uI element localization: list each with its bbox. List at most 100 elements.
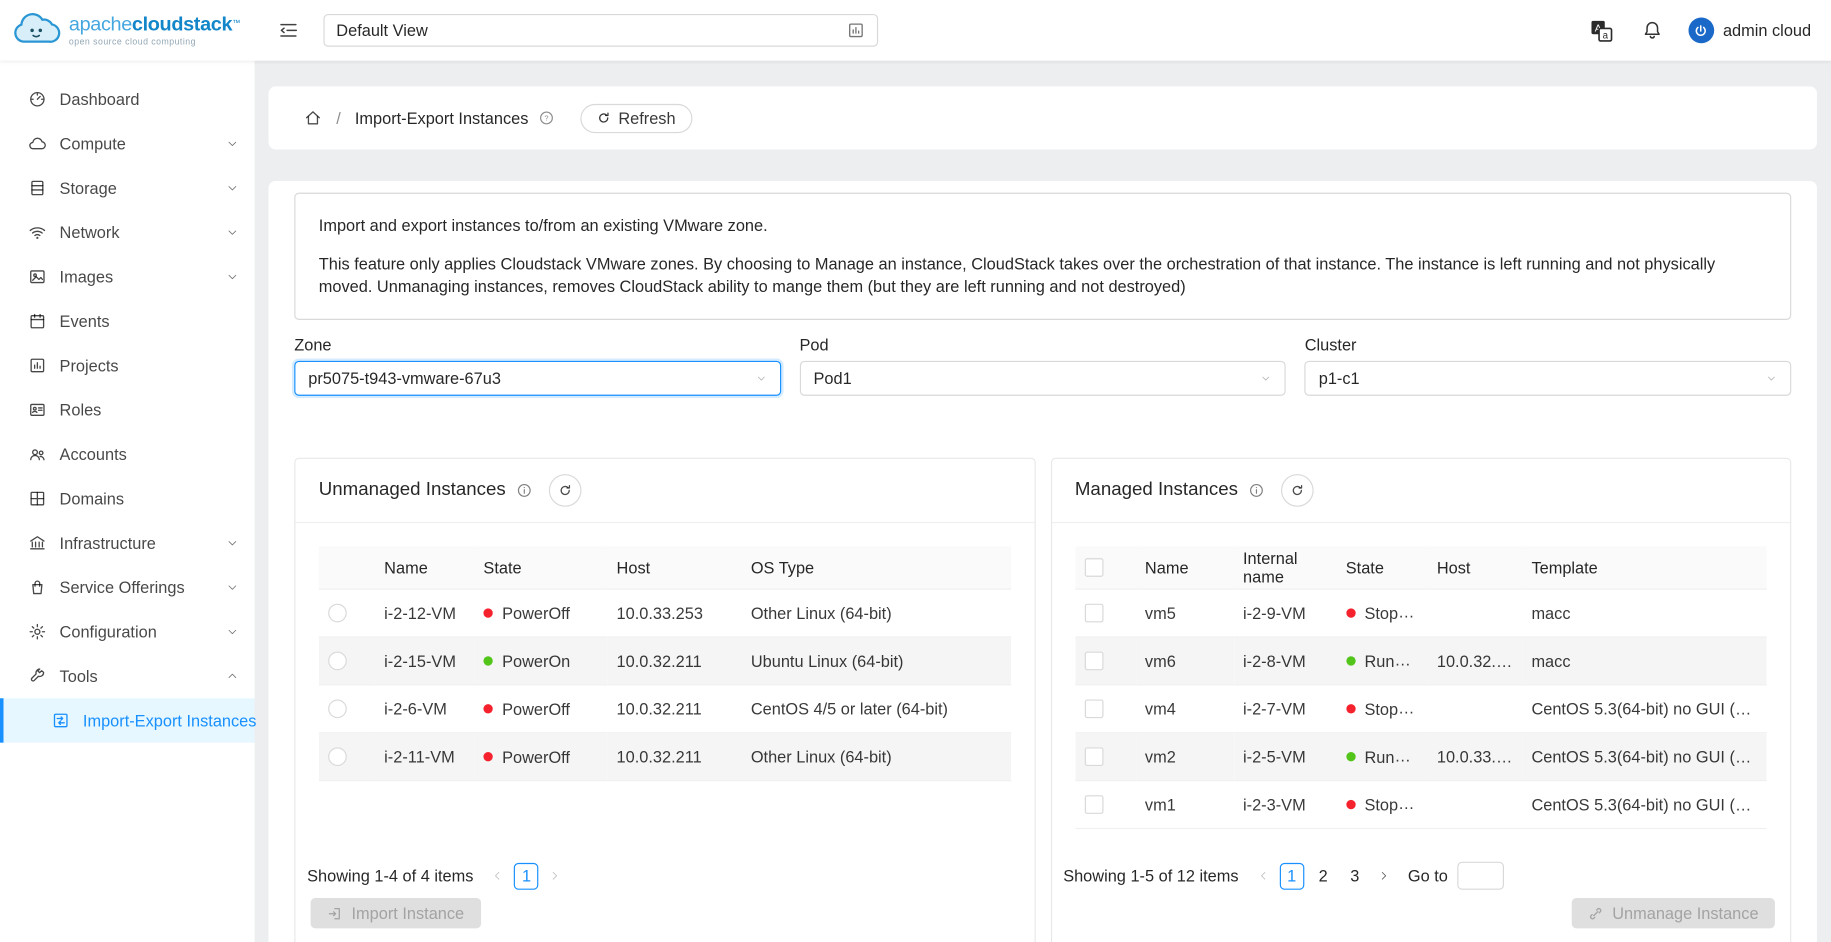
prev-page-button[interactable] [485, 862, 511, 890]
notifications-bell-icon[interactable] [1641, 20, 1662, 41]
sidebar-item-service-offerings[interactable]: Service Offerings [0, 565, 255, 609]
translation-icon[interactable]: A a [1589, 18, 1614, 43]
sidebar-item-configuration[interactable]: Configuration [0, 610, 255, 654]
sidebar-item-domains[interactable]: Domains [0, 476, 255, 520]
refresh-button-label: Refresh [618, 109, 675, 128]
unmanaged-panel-header: Unmanaged Instances [295, 459, 1034, 523]
column-header-host: Host [607, 546, 741, 588]
prev-page-button[interactable] [1250, 862, 1276, 890]
info-icon[interactable] [1248, 482, 1264, 498]
state-text: PowerOn [502, 652, 570, 671]
name-cell: i-2-11-VM [375, 732, 474, 780]
home-icon[interactable] [304, 109, 323, 128]
internal-name-cell: i-2-3-VM [1234, 780, 1337, 828]
os-type-cell: CentOS 4/5 or later (64-bit) [741, 684, 1010, 732]
bank-icon [28, 534, 47, 553]
table-row[interactable]: i-2-12-VM PowerOff 10.0.33.253 Other Lin… [319, 589, 1011, 637]
template-cell: CentOS 5.3(64-bit) no GUI (vSphere) [1522, 780, 1767, 828]
disconnect-icon [1588, 906, 1603, 921]
import-instance-button[interactable]: Import Instance [311, 898, 481, 928]
status-dot [1346, 704, 1355, 713]
column-header-internal-name: Internal name [1234, 546, 1337, 588]
refresh-button[interactable]: Refresh [580, 103, 692, 132]
table-row[interactable]: vm1 i-2-3-VM Stopped CentOS 5.3(64-bit) … [1075, 780, 1767, 828]
unmanaged-table-wrap: Name State Host OS Type i-2-12-VM [319, 546, 1011, 780]
row-radio[interactable] [328, 747, 347, 766]
sidebar-item-import-export-instances[interactable]: Import-Export Instances [0, 698, 255, 742]
row-checkbox[interactable] [1084, 795, 1103, 814]
row-radio[interactable] [328, 700, 347, 719]
row-checkbox[interactable] [1084, 747, 1103, 766]
name-cell: vm5 [1136, 589, 1234, 637]
row-radio[interactable] [328, 652, 347, 671]
pagination-summary: Showing 1-4 of 4 items [307, 866, 473, 885]
row-checkbox[interactable] [1084, 652, 1103, 671]
column-header-name: Name [375, 546, 474, 588]
pod-select[interactable]: Pod1 [799, 361, 1286, 396]
zone-select[interactable]: pr5075-t943-vmware-67u3 [294, 361, 781, 396]
sidebar-item-accounts[interactable]: Accounts [0, 432, 255, 476]
chevron-down-icon [755, 372, 767, 384]
row-checkbox[interactable] [1084, 604, 1103, 623]
user-name[interactable]: admin cloud [1723, 21, 1811, 40]
row-radio[interactable] [328, 604, 347, 623]
user-avatar[interactable] [1688, 18, 1714, 44]
state-cell: PowerOff [474, 732, 607, 780]
managed-refresh-button[interactable] [1281, 474, 1314, 507]
template-cell: macc [1522, 589, 1767, 637]
page-1-button[interactable]: 1 [514, 862, 539, 889]
sidebar-item-storage[interactable]: Storage [0, 166, 255, 210]
status-dot [1346, 656, 1355, 665]
goto-page-input[interactable] [1457, 862, 1504, 890]
table-row[interactable]: i-2-15-VM PowerOn 10.0.32.211 Ubuntu Lin… [319, 636, 1011, 684]
chevron-down-icon [227, 271, 239, 283]
managed-instances-table: Name Internal name State Host Template [1075, 546, 1767, 828]
table-header-row: Name State Host OS Type [319, 546, 1011, 588]
status-dot [483, 609, 492, 618]
column-header-host: Host [1428, 546, 1523, 588]
sidebar-item-dashboard[interactable]: Dashboard [0, 77, 255, 121]
sidebar-collapse-icon[interactable] [278, 20, 299, 41]
pod-label: Pod [799, 334, 1286, 356]
sidebar-item-tools[interactable]: Tools [0, 654, 255, 698]
description-line-1: Import and export instances to/from an e… [319, 215, 1767, 237]
table-row[interactable]: i-2-6-VM PowerOff 10.0.32.211 CentOS 4/5… [319, 684, 1011, 732]
state-text: PowerOff [502, 747, 570, 766]
sidebar-item-compute[interactable]: Compute [0, 121, 255, 165]
next-page-button[interactable] [542, 862, 568, 890]
unmanaged-refresh-button[interactable] [549, 474, 582, 507]
internal-name-cell: i-2-9-VM [1234, 589, 1337, 637]
page-3-button[interactable]: 3 [1343, 862, 1368, 889]
table-header-row: Name Internal name State Host Template [1075, 546, 1767, 588]
view-filter-select[interactable]: Default View [323, 14, 878, 47]
sidebar-item-network[interactable]: Network [0, 210, 255, 254]
name-cell: vm6 [1136, 636, 1234, 684]
table-row[interactable]: i-2-11-VM PowerOff 10.0.32.211 Other Lin… [319, 732, 1011, 780]
sidebar-item-roles[interactable]: Roles [0, 388, 255, 432]
sidebar-item-events[interactable]: Events [0, 299, 255, 343]
table-row[interactable]: vm4 i-2-7-VM Stopped CentOS 5.3(64-bit) … [1075, 684, 1767, 732]
table-row[interactable]: vm2 i-2-5-VM Running 10.0.33.253 CentOS … [1075, 732, 1767, 780]
sidebar-item-images[interactable]: Images [0, 255, 255, 299]
chevron-down-icon [1766, 372, 1778, 384]
row-checkbox[interactable] [1084, 700, 1103, 719]
page-1-button[interactable]: 1 [1279, 862, 1304, 889]
gear-icon [28, 622, 47, 641]
sidebar-item-infrastructure[interactable]: Infrastructure [0, 521, 255, 565]
unmanage-instance-button[interactable]: Unmanage Instance [1571, 898, 1775, 928]
select-all-checkbox[interactable] [1084, 559, 1103, 578]
page-2-button[interactable]: 2 [1311, 862, 1336, 889]
next-page-button[interactable] [1371, 862, 1397, 890]
table-row[interactable]: vm5 i-2-9-VM Stopped macc [1075, 589, 1767, 637]
page-title: Import-Export Instances [355, 109, 529, 128]
zone-label: Zone [294, 334, 781, 356]
state-cell: Running [1336, 636, 1427, 684]
state-text: Running [1364, 746, 1425, 766]
header-actions: A a admin cloud [1589, 18, 1831, 44]
info-icon[interactable] [516, 482, 532, 498]
column-header-name: Name [1136, 546, 1234, 588]
sidebar-item-projects[interactable]: Projects [0, 343, 255, 387]
table-row[interactable]: vm6 i-2-8-VM Running 10.0.32.211 macc [1075, 636, 1767, 684]
help-question-icon[interactable]: ? [538, 110, 554, 126]
cluster-select[interactable]: p1-c1 [1305, 361, 1792, 396]
